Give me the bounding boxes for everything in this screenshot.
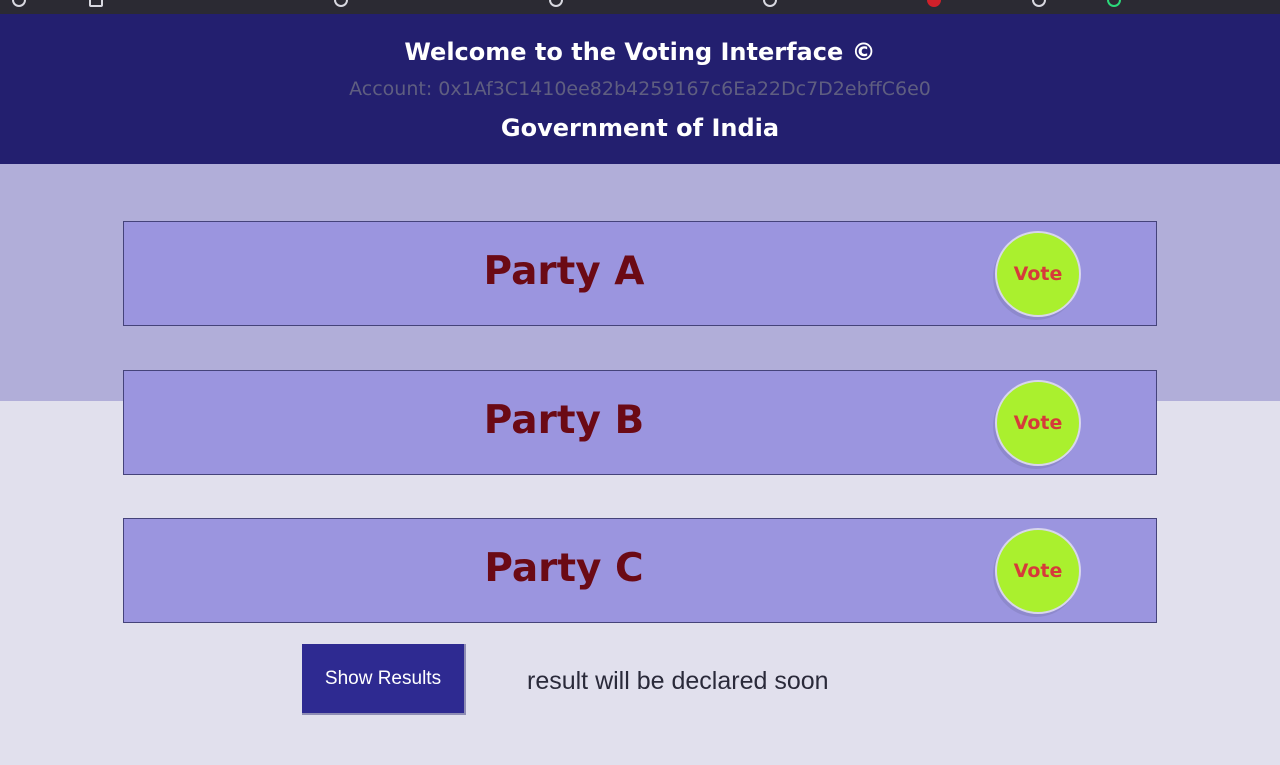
red-site-icon[interactable] [927, 0, 941, 7]
party-card-c: Party C Vote [123, 518, 1157, 623]
account-address: Account: 0x1Af3C1410ee82b4259167c6Ea22Dc… [349, 78, 931, 100]
globe-icon[interactable] [763, 0, 777, 7]
party-name: Party C [484, 546, 644, 591]
globe-icon[interactable] [1032, 0, 1046, 7]
show-results-button[interactable]: Show Results [302, 644, 466, 715]
party-name: Party B [483, 398, 645, 443]
page-header: Welcome to the Voting Interface © Accoun… [0, 14, 1280, 164]
bookmark-icon[interactable] [89, 0, 103, 7]
globe-icon[interactable] [12, 0, 26, 7]
globe-icon[interactable] [549, 0, 563, 7]
bookmarks-toolbar [0, 0, 1280, 14]
page-title: Welcome to the Voting Interface © [404, 38, 876, 66]
party-card-b: Party B Vote [123, 370, 1157, 475]
party-name: Party A [483, 249, 645, 294]
party-card-a: Party A Vote [123, 221, 1157, 326]
vote-button-party-b[interactable]: Vote [995, 380, 1081, 466]
globe-icon[interactable] [334, 0, 348, 7]
page-subtitle: Government of India [500, 114, 780, 142]
green-site-icon[interactable] [1107, 0, 1121, 7]
result-status-text: result will be declared soon [527, 667, 829, 695]
vote-button-party-c[interactable]: Vote [995, 528, 1081, 614]
vote-button-party-a[interactable]: Vote [995, 231, 1081, 317]
